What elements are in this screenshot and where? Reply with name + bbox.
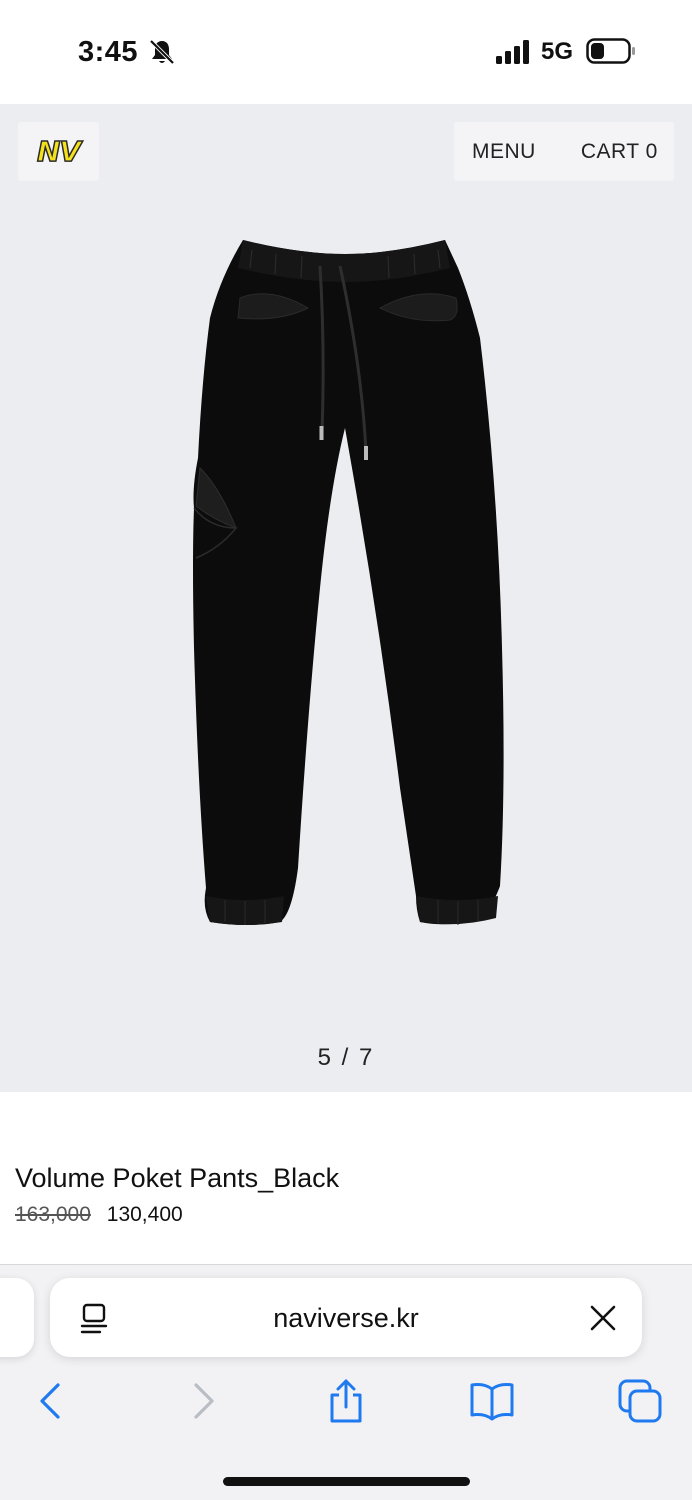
cart-button[interactable]: CART 0 [581, 140, 658, 164]
share-icon[interactable] [322, 1377, 370, 1425]
address-bar[interactable]: naviverse.kr [50, 1278, 642, 1357]
product-gallery[interactable]: NV MENU CART 0 5 / 7 [0, 104, 692, 1092]
logo-text: NV [36, 134, 82, 169]
status-bar: 3:45 5G [0, 0, 692, 104]
back-icon[interactable] [28, 1377, 76, 1425]
browser-toolbar [0, 1377, 692, 1437]
signal-icon [496, 40, 529, 64]
close-icon[interactable] [590, 1305, 616, 1331]
pants-image[interactable] [180, 228, 510, 928]
site-logo[interactable]: NV [18, 122, 99, 181]
gallery-pager: 5 / 7 [317, 1044, 375, 1071]
original-price: 163,000 [15, 1203, 91, 1226]
bookmarks-icon[interactable] [468, 1377, 516, 1425]
bell-slash-icon [149, 39, 175, 65]
menu-button[interactable]: MENU [472, 140, 536, 164]
previous-tab-preview[interactable] [0, 1278, 34, 1357]
url-text[interactable]: naviverse.kr [50, 1303, 642, 1334]
status-time: 3:45 [78, 36, 139, 68]
battery-icon [586, 38, 635, 64]
tabs-icon[interactable] [616, 1377, 664, 1425]
product-name: Volume Poket Pants_Black [15, 1163, 340, 1193]
network-label: 5G [541, 38, 574, 65]
forward-icon[interactable] [178, 1377, 226, 1425]
browser-chrome: naviverse.kr [0, 1265, 692, 1500]
sale-price: 130,400 [106, 1203, 183, 1226]
home-indicator [223, 1477, 470, 1486]
header-nav: MENU CART 0 [454, 122, 674, 181]
price-row: 163,000 130,400 [15, 1203, 183, 1227]
